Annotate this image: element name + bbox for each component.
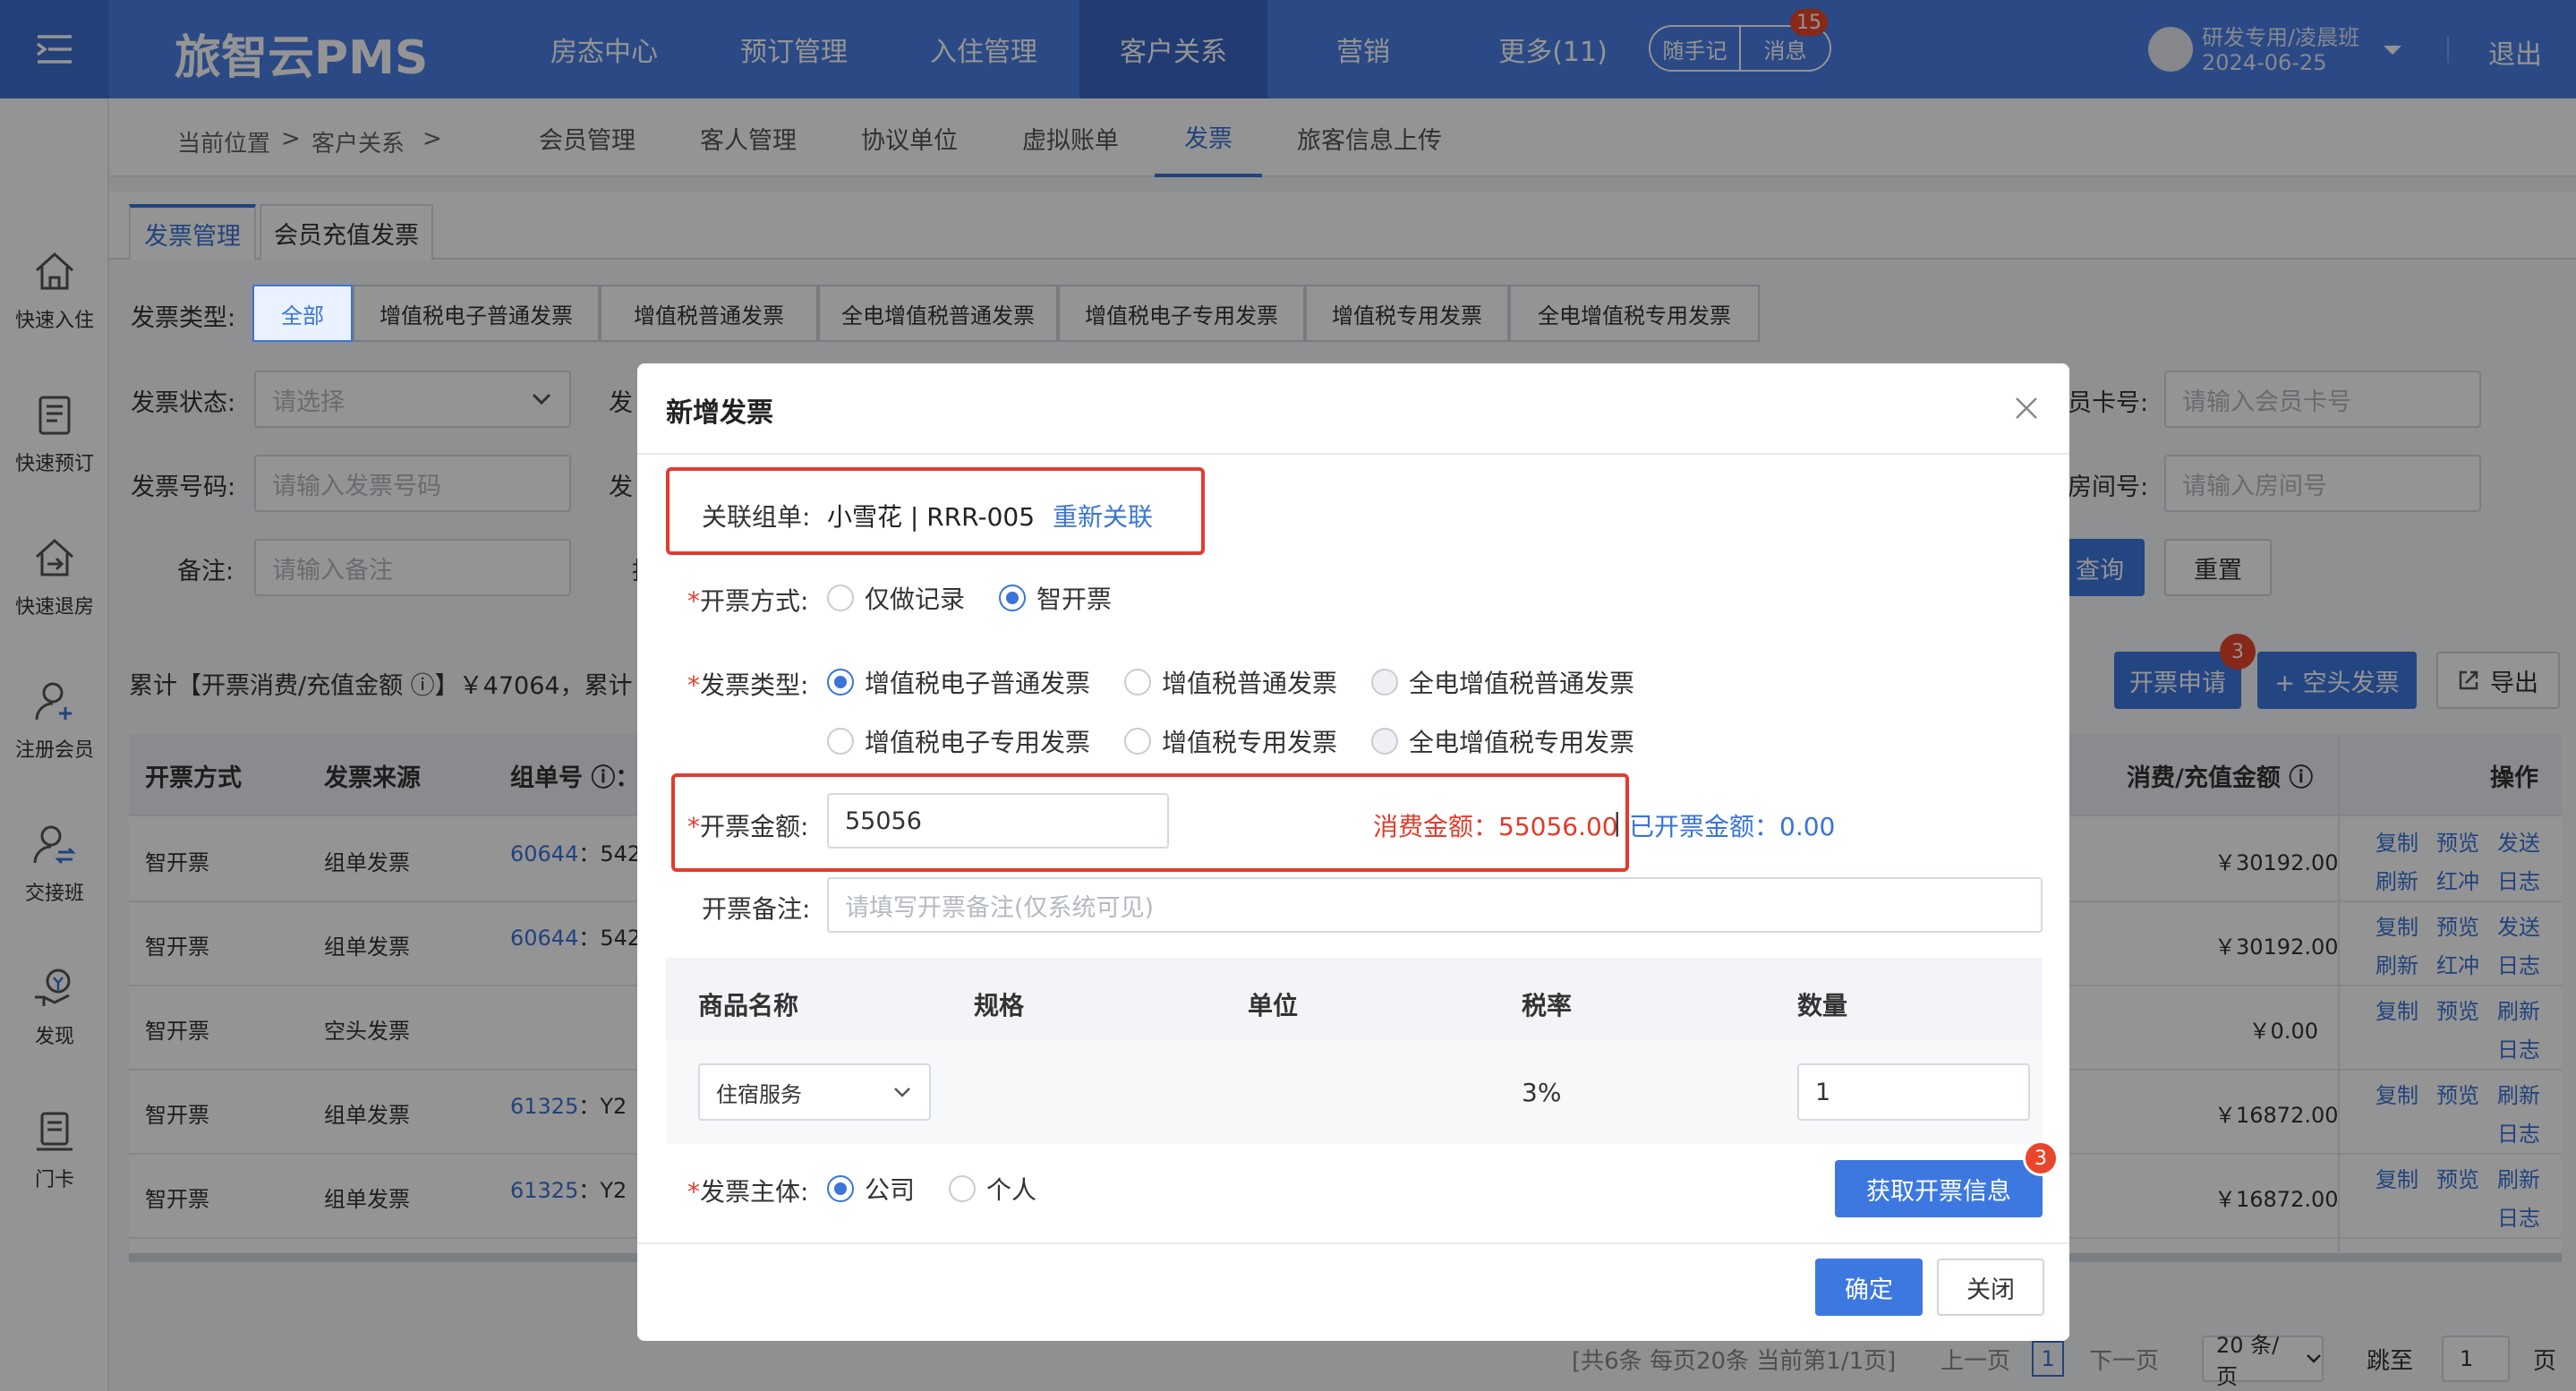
- invoice-type-label: *发票类型:: [687, 670, 809, 700]
- fetch-invoice-info-button[interactable]: 获取开票信息: [1835, 1160, 2043, 1217]
- close-button[interactable]: 关闭: [1937, 1259, 2044, 1316]
- type-vat-special[interactable]: 增值税专用发票: [1124, 723, 1337, 759]
- amount-input[interactable]: 55056: [827, 793, 1169, 849]
- goods-col-qty: 数量: [1797, 991, 1848, 1020]
- type-vat-e-special[interactable]: 增值税电子专用发票: [827, 723, 1090, 759]
- subject-label: *发票主体:: [687, 1177, 809, 1207]
- mode-record-only[interactable]: 仅做记录: [827, 580, 965, 616]
- goods-col-unit: 单位: [1248, 991, 1299, 1020]
- dialog-footer-divider: [637, 1242, 2069, 1244]
- relink-button[interactable]: 重新关联: [1053, 498, 1153, 533]
- type-full-e-vat-normal[interactable]: 全电增值税普通发票: [1371, 664, 1634, 700]
- radio-icon: [949, 1175, 976, 1202]
- radio-checked-icon: [827, 669, 854, 696]
- invoice-note-label: 开票备注:: [702, 894, 811, 924]
- radio-disabled-icon: [1371, 728, 1398, 755]
- subject-personal[interactable]: 个人: [949, 1171, 1036, 1207]
- mode-smart-invoice[interactable]: 智开票: [999, 580, 1112, 616]
- fetch-count-badge: 3: [2023, 1140, 2059, 1176]
- radio-icon: [1124, 728, 1151, 755]
- goods-col-spec: 规格: [974, 991, 1025, 1020]
- chevron-down-icon: [894, 1088, 910, 1097]
- amount-separator: |: [1613, 807, 1622, 837]
- radio-checked-icon: [827, 1175, 854, 1202]
- radio-checked-icon: [999, 585, 1026, 611]
- confirm-button[interactable]: 确定: [1815, 1259, 1923, 1316]
- amount-label: *开票金额:: [687, 812, 809, 841]
- close-icon[interactable]: [2014, 396, 2039, 421]
- dialog-header-divider: [637, 453, 2069, 455]
- type-vat-e-normal[interactable]: 增值税电子普通发票: [827, 664, 1090, 700]
- consume-amount: 消费金额：55056.00: [1373, 812, 1618, 841]
- goods-name-select[interactable]: 住宿服务: [698, 1063, 931, 1121]
- goods-tax-rate: 3%: [1522, 1078, 1562, 1107]
- type-full-e-vat-special[interactable]: 全电增值税专用发票: [1371, 723, 1634, 759]
- goods-col-name: 商品名称: [698, 991, 799, 1020]
- radio-icon: [827, 585, 854, 611]
- type-vat-normal[interactable]: 增值税普通发票: [1124, 664, 1337, 700]
- issued-amount: 已开票金额：0.00: [1629, 812, 1836, 841]
- invoice-note-input[interactable]: 请填写开票备注(仅系统可见): [827, 877, 2043, 933]
- filter-type-all[interactable]: 全部: [252, 285, 353, 342]
- subject-company[interactable]: 公司: [827, 1171, 915, 1207]
- goods-qty-input[interactable]: 1: [1797, 1063, 2030, 1121]
- issue-mode-label: *开票方式:: [687, 586, 809, 616]
- goods-col-rate: 税率: [1522, 991, 1573, 1020]
- radio-icon: [1124, 669, 1151, 696]
- radio-disabled-icon: [1371, 669, 1398, 696]
- new-invoice-dialog: 新增发票 关联组单: 小雪花 | RRR-005 重新关联 *开票方式: 仅做记…: [637, 363, 2069, 1341]
- linked-order-label: 关联组单:: [702, 502, 811, 532]
- linked-order-value: 小雪花 | RRR-005: [827, 502, 1036, 532]
- dialog-title: 新增发票: [666, 397, 773, 429]
- radio-icon: [827, 728, 854, 755]
